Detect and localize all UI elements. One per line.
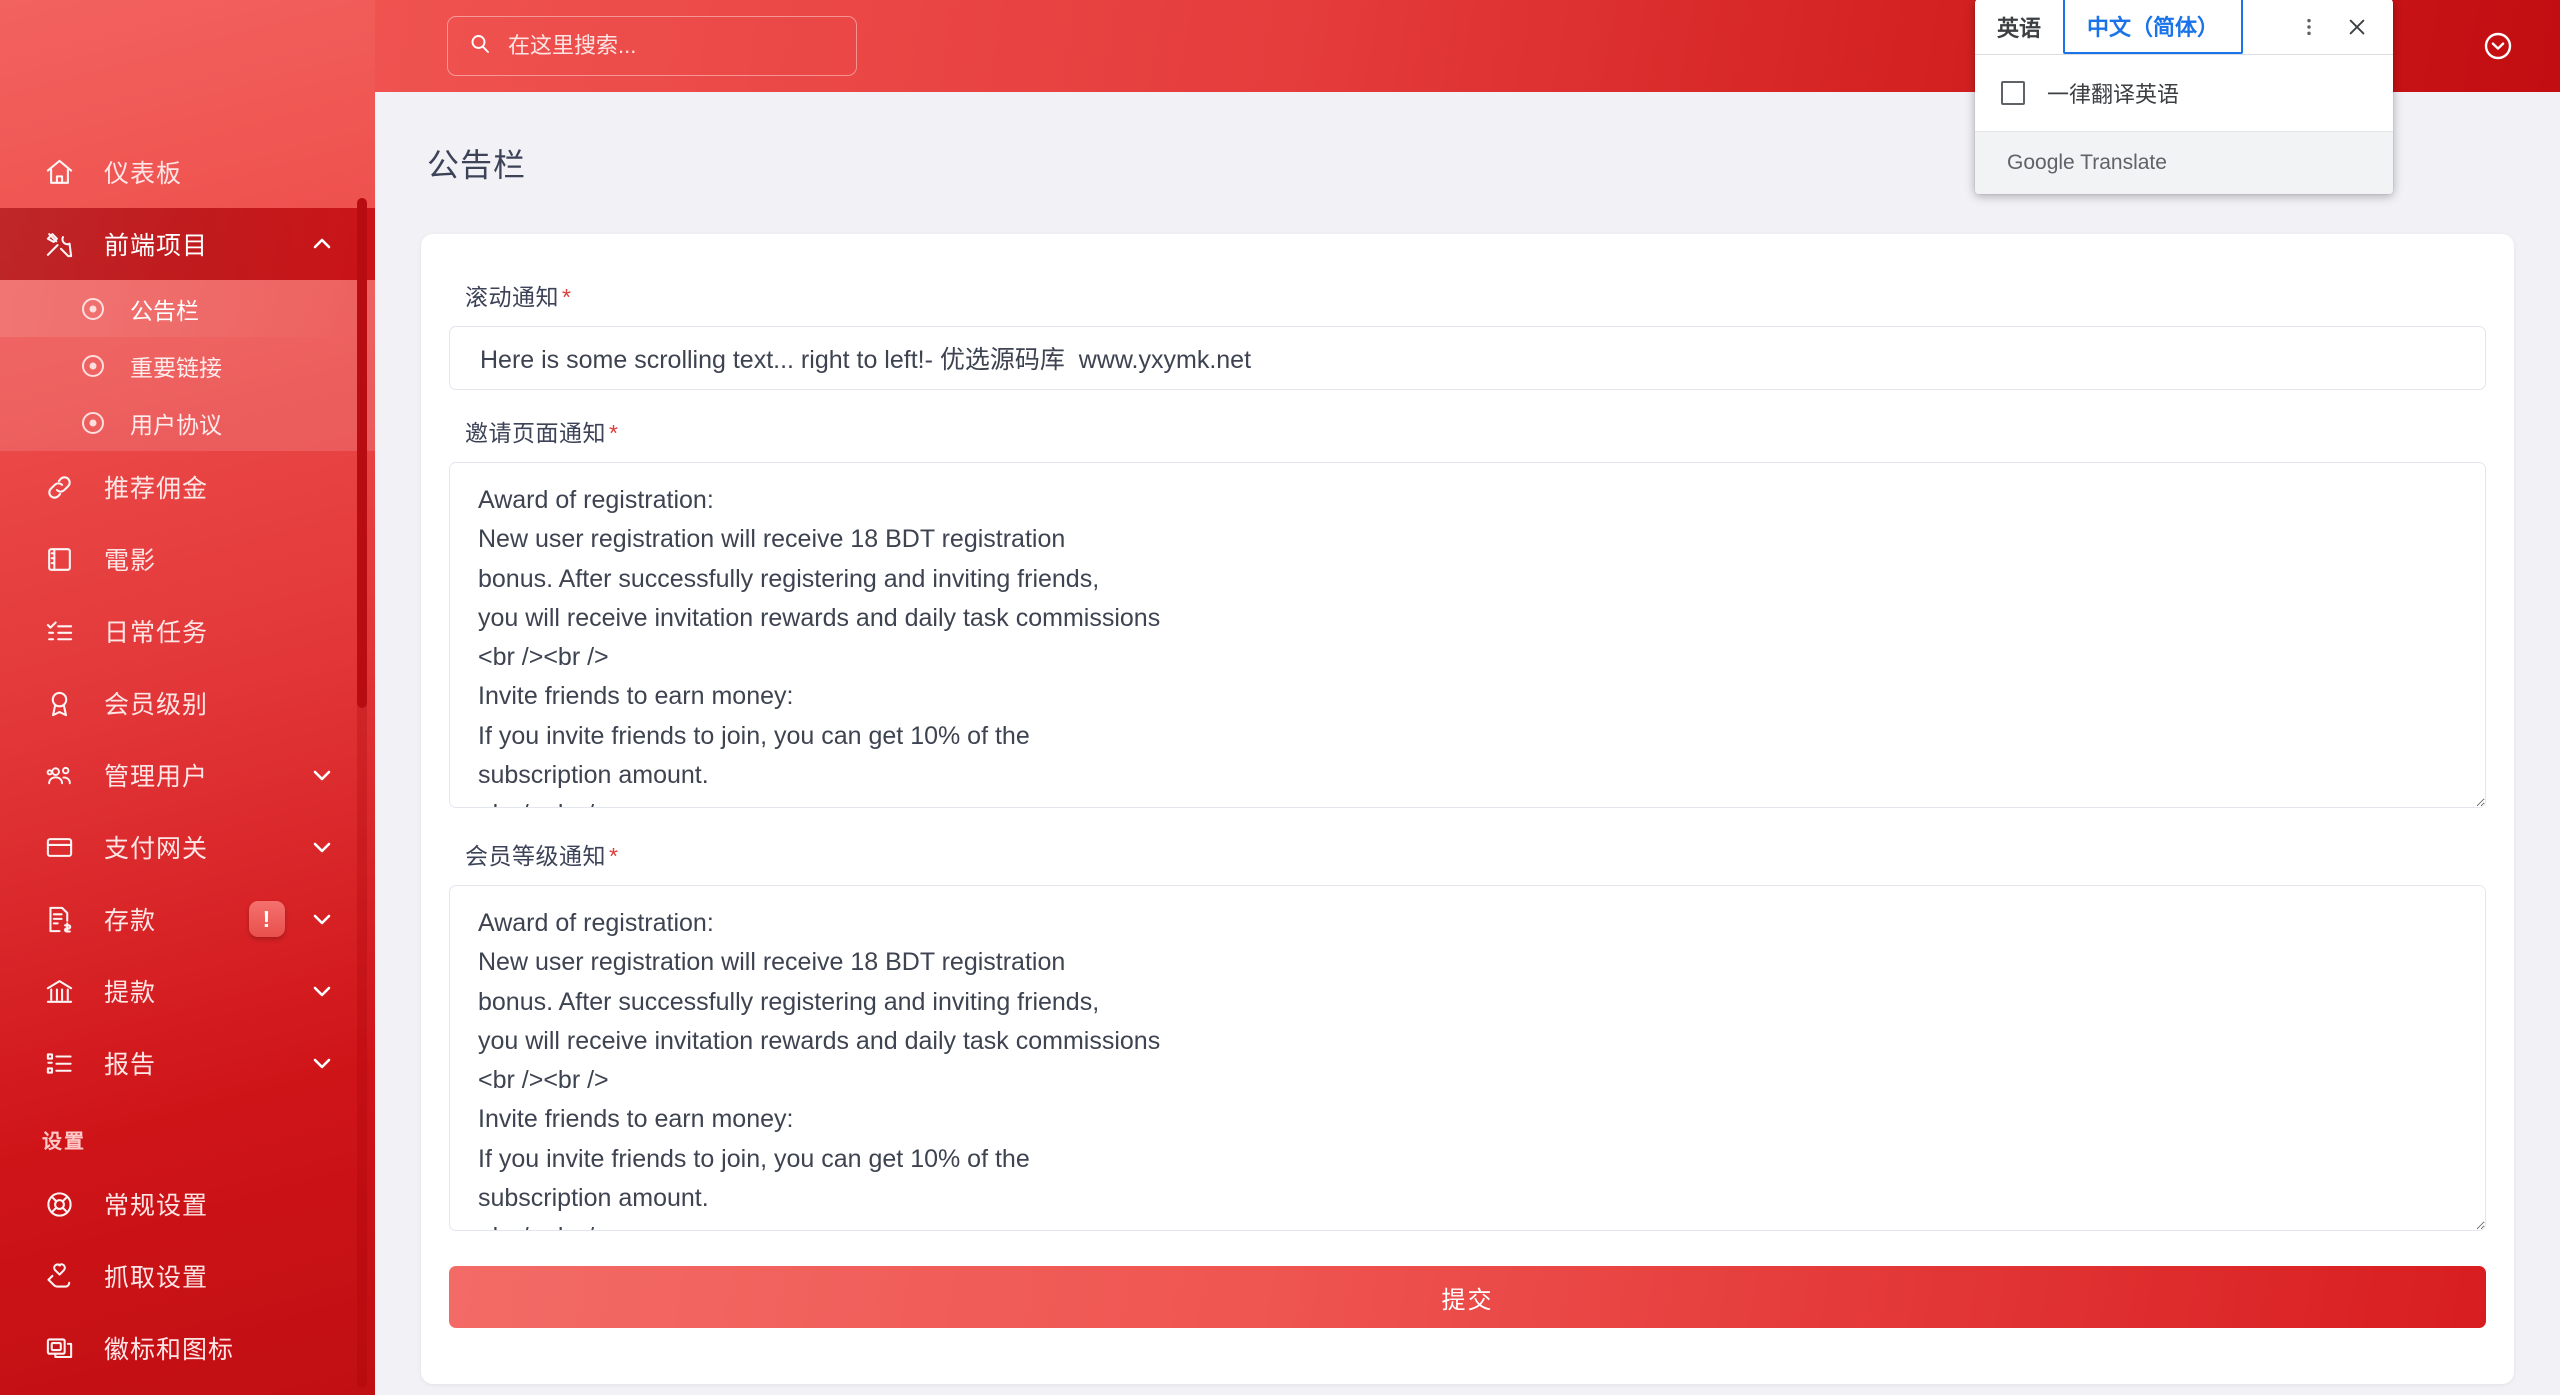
sidebar-subitem-user-agreement[interactable]: 用户协议	[0, 394, 375, 451]
required-marker: *	[609, 420, 619, 446]
field-label-text: 滚动通知	[465, 284, 559, 310]
chevron-down-icon[interactable]	[307, 1048, 337, 1078]
search-box[interactable]	[447, 16, 857, 76]
sidebar-scroll-area: 仪表板 前端项目 公告栏 重要链接 用户协议 推荐佣金 電影 日常任务 会员级别…	[0, 0, 375, 1395]
sidebar-submenu-frontend-project: 公告栏 重要链接 用户协议	[0, 280, 375, 451]
task-list-icon	[42, 614, 76, 648]
radio-dot-icon	[82, 354, 104, 377]
sidebar: 仪表板 前端项目 公告栏 重要链接 用户协议 推荐佣金 電影 日常任务 会员级别…	[0, 0, 375, 1395]
field-label: 邀请页面通知 *	[465, 414, 2486, 448]
notice-board-form-card: 滚动通知* 邀请页面通知* 会员等级通知* 提交	[421, 234, 2514, 1384]
sidebar-item-label: 徽标和图标	[104, 1336, 235, 1364]
chevron-down-icon[interactable]	[307, 760, 337, 790]
award-icon	[42, 686, 76, 720]
app-root: 仪表板 前端项目 公告栏 重要链接 用户协议 推荐佣金 電影 日常任务 会员级别…	[0, 0, 2560, 1395]
required-marker: *	[609, 843, 619, 869]
tab-english[interactable]: 英语	[1975, 0, 2063, 55]
lifebuoy-icon	[42, 1187, 76, 1221]
invoice-dollar-icon	[42, 902, 76, 936]
sidebar-item-label: 抓取设置	[104, 1264, 209, 1292]
tools-icon	[42, 227, 76, 261]
sidebar-item-label: 電影	[104, 547, 157, 575]
sidebar-item-label: 管理用户	[104, 763, 209, 791]
sidebar-item-label: 常规设置	[104, 1192, 209, 1220]
hand-heart-icon	[42, 1259, 76, 1293]
chevron-down-icon[interactable]	[307, 904, 337, 934]
credit-card-icon	[42, 830, 76, 864]
report-list-icon	[42, 1046, 76, 1080]
main-content: 公告栏 滚动通知* 邀请页面通知* 会员等级通知* 提交	[375, 92, 2560, 1395]
field-label-text: 会员等级通知	[465, 843, 606, 869]
field-scrolling-notice: 滚动通知 *	[449, 278, 2486, 390]
google-translate-footer: Google Translate	[1975, 131, 2393, 194]
sidebar-item-member-level[interactable]: 会员级别	[0, 667, 375, 739]
radio-dot-icon	[82, 411, 104, 434]
scrolling-notice-input[interactable]	[449, 326, 2486, 390]
sidebar-item-general-settings[interactable]: 常规设置	[0, 1168, 375, 1240]
sidebar-subitem-label: 重要链接	[130, 354, 222, 381]
invite-page-notice-textarea[interactable]	[449, 462, 2486, 808]
chevron-up-icon[interactable]	[307, 229, 337, 259]
sidebar-item-label: 日常任务	[104, 619, 209, 647]
tab-chinese-simplified[interactable]: 中文（简体）	[2063, 0, 2244, 54]
link-icon	[42, 470, 76, 504]
submit-button[interactable]: 提交	[449, 1266, 2486, 1328]
always-translate-checkbox[interactable]	[2001, 81, 2025, 105]
sidebar-item-label: 支付网关	[104, 835, 209, 863]
translate-tab-bar: 英语 中文（简体）	[1975, 0, 2393, 55]
translate-tab-actions	[2287, 0, 2393, 54]
sidebar-subitem-label: 公告栏	[130, 297, 199, 324]
chevron-down-icon[interactable]	[307, 976, 337, 1006]
translate-always-option[interactable]: 一律翻译英语	[1975, 55, 2393, 131]
sidebar-subitem-notice-board[interactable]: 公告栏	[0, 280, 375, 337]
sidebar-section-settings: 设置	[42, 1131, 86, 1153]
chevron-down-icon[interactable]	[307, 832, 337, 862]
sidebar-item-movies[interactable]: 電影	[0, 523, 375, 595]
layers-icon	[42, 1331, 76, 1365]
status-badge: !	[249, 901, 285, 937]
radio-dot-icon	[82, 297, 104, 320]
sidebar-item-dashboard[interactable]: 仪表板	[0, 136, 375, 208]
sidebar-item-label: 前端项目	[104, 232, 209, 260]
chevron-down-circle-icon[interactable]	[2478, 26, 2518, 66]
sidebar-scrollbar-thumb[interactable]	[357, 198, 367, 708]
sidebar-item-label: 会员级别	[104, 691, 209, 719]
sidebar-item-logo-and-icons[interactable]: 徽标和图标	[0, 1312, 375, 1384]
sidebar-item-daily-tasks[interactable]: 日常任务	[0, 595, 375, 667]
sidebar-subitem-label: 用户协议	[130, 411, 222, 438]
sidebar-item-label: 报告	[104, 1051, 157, 1079]
field-label-text: 邀请页面通知	[465, 420, 606, 446]
always-translate-label: 一律翻译英语	[2047, 82, 2180, 107]
sidebar-item-manage-users[interactable]: 管理用户	[0, 739, 375, 811]
required-marker: *	[562, 284, 572, 310]
sidebar-item-label: 仪表板	[104, 160, 183, 188]
film-icon	[42, 542, 76, 576]
bank-icon	[42, 974, 76, 1008]
close-icon[interactable]	[2335, 5, 2379, 49]
sidebar-item-reports[interactable]: 报告	[0, 1027, 375, 1099]
field-label: 滚动通知 *	[465, 278, 2486, 312]
field-invite-page-notice: 邀请页面通知 *	[449, 414, 2486, 813]
field-member-level-notice: 会员等级通知 *	[449, 837, 2486, 1236]
sidebar-item-frontend-project[interactable]: 前端项目	[0, 208, 375, 280]
sidebar-item-withdraw[interactable]: 提款	[0, 955, 375, 1027]
users-icon	[42, 758, 76, 792]
search-input[interactable]	[508, 33, 836, 59]
sidebar-item-capture-settings[interactable]: 抓取设置	[0, 1240, 375, 1312]
sidebar-item-deposit[interactable]: 存款 !	[0, 883, 375, 955]
google-translate-popup: 英语 中文（简体） 一律翻译英语 Google Translate	[1975, 0, 2393, 194]
home-icon	[42, 155, 76, 189]
member-level-notice-textarea[interactable]	[449, 885, 2486, 1231]
sidebar-item-payment-gateway[interactable]: 支付网关	[0, 811, 375, 883]
search-icon	[468, 32, 492, 61]
sidebar-item-label: 存款	[104, 907, 157, 935]
sidebar-item-label: 推荐佣金	[104, 475, 209, 503]
field-label: 会员等级通知 *	[465, 837, 2486, 871]
more-vertical-icon[interactable]	[2287, 5, 2331, 49]
sidebar-subitem-important-links[interactable]: 重要链接	[0, 337, 375, 394]
sidebar-item-label: 提款	[104, 979, 157, 1007]
sidebar-item-referral-commission[interactable]: 推荐佣金	[0, 451, 375, 523]
